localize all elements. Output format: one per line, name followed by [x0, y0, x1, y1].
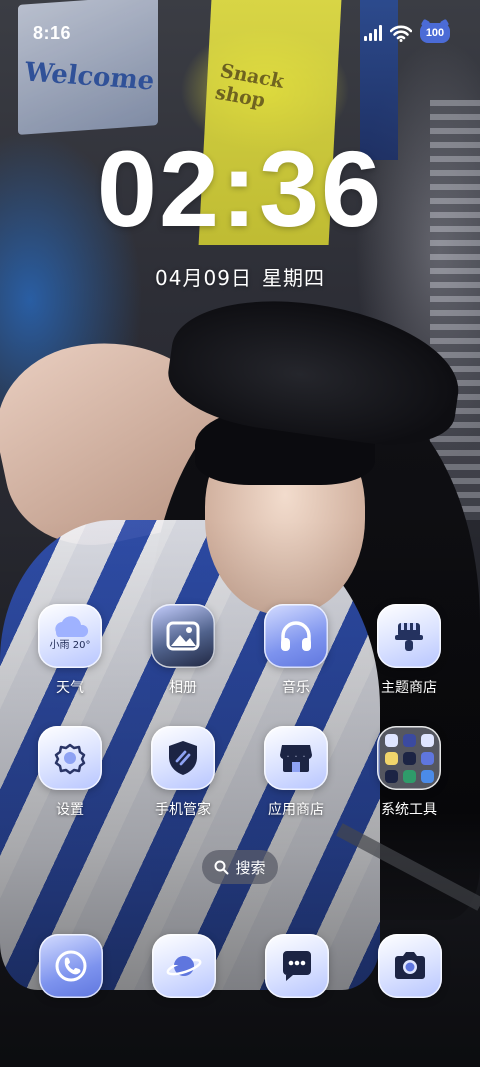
app-settings[interactable]: 设置 [20, 726, 120, 819]
status-bar: 8:16 100 [0, 0, 480, 70]
search-label: 搜索 [235, 858, 266, 877]
search-button[interactable]: 搜索 [202, 850, 278, 884]
clock-date[interactable]: 04月09日 星期四 [0, 262, 480, 291]
date-text: 04月09日 [155, 266, 252, 290]
app-label: 应用商店 [268, 802, 324, 818]
clock-time[interactable]: 02:36 [0, 135, 480, 243]
signal-icon [364, 25, 382, 41]
dock-messages[interactable] [265, 934, 329, 998]
weather-icon: 小雨 20° [38, 604, 102, 668]
app-weather[interactable]: 小雨 20° 天气 [20, 604, 120, 697]
dock-phone[interactable] [39, 934, 103, 998]
message-icon [265, 934, 329, 998]
camera-icon [378, 934, 442, 998]
gear-icon [38, 726, 102, 790]
phone-icon [39, 934, 103, 998]
app-label: 天气 [56, 680, 84, 696]
app-app-store[interactable]: 应用商店 [246, 726, 346, 819]
app-label: 系统工具 [381, 802, 437, 818]
app-theme-store[interactable]: 主题商店 [359, 604, 459, 697]
app-label: 主题商店 [381, 680, 437, 696]
app-label: 音乐 [282, 680, 310, 696]
search-icon [214, 860, 229, 874]
gallery-icon [151, 604, 215, 668]
status-time: 8:16 [33, 23, 72, 43]
browser-planet-icon [152, 934, 216, 998]
status-icons: 100 [364, 23, 450, 43]
app-phone-manager[interactable]: 手机管家 [133, 726, 233, 819]
wifi-icon [390, 25, 412, 42]
brush-icon [377, 604, 441, 668]
dock-browser[interactable] [152, 934, 216, 998]
app-gallery[interactable]: 相册 [133, 604, 233, 697]
app-system-tools-folder[interactable]: 系统工具 [359, 726, 459, 819]
app-label: 手机管家 [155, 802, 211, 818]
weather-widget-text: 小雨 20° [49, 640, 91, 651]
app-label: 设置 [56, 802, 84, 818]
store-icon [264, 726, 328, 790]
headphones-icon [264, 604, 328, 668]
shield-icon [151, 726, 215, 790]
app-label: 相册 [169, 680, 197, 696]
weekday-text: 星期四 [261, 266, 325, 290]
folder-icon [377, 726, 441, 790]
dock-camera[interactable] [378, 934, 442, 998]
battery-icon: 100 [420, 23, 450, 43]
app-music[interactable]: 音乐 [246, 604, 346, 697]
